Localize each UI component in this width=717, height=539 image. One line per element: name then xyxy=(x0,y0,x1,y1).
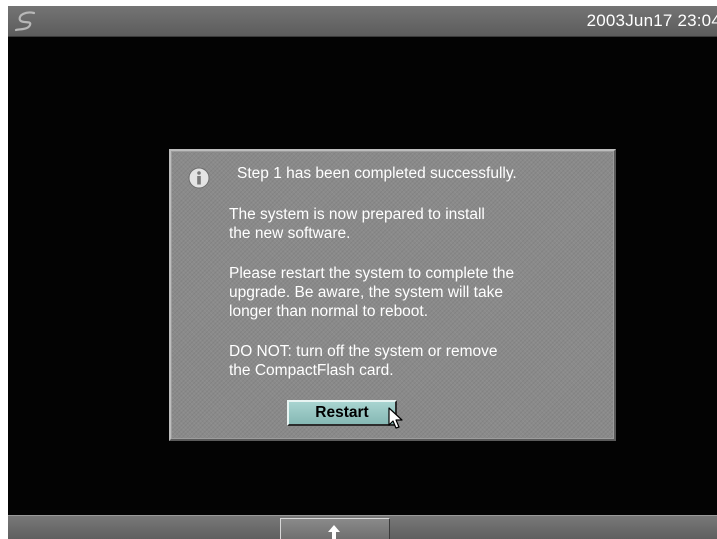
dialog-title: Step 1 has been completed successfully. xyxy=(237,165,517,182)
message-line: the new software. xyxy=(229,225,351,242)
dialog-message-prepared: The system is now prepared to install th… xyxy=(229,205,485,243)
dialog-message-restart: Please restart the system to complete th… xyxy=(229,264,514,321)
upgrade-status-dialog: Step 1 has been completed successfully. … xyxy=(169,149,616,441)
up-arrow-icon xyxy=(328,525,340,539)
datetime-display: 2003Jun17 23:04 xyxy=(586,11,717,30)
mouse-pointer-icon xyxy=(388,407,403,429)
message-line: the CompactFlash card. xyxy=(229,362,394,379)
message-line: Please restart the system to complete th… xyxy=(229,265,515,282)
info-icon xyxy=(188,167,210,189)
message-line: upgrade. Be aware, the system will take xyxy=(229,284,503,301)
dialog-message-warning: DO NOT: turn off the system or remove th… xyxy=(229,342,497,380)
bottom-bar xyxy=(8,515,717,539)
swirl-logo-icon xyxy=(14,11,36,32)
message-line: longer than normal to reboot. xyxy=(229,303,429,320)
top-status-bar: 2003Jun17 23:04 xyxy=(8,6,717,37)
device-screen: 2003Jun17 23:04 Step 1 has been complete… xyxy=(8,6,717,539)
restart-button[interactable]: Restart xyxy=(287,400,397,426)
message-line: DO NOT: turn off the system or remove xyxy=(229,343,498,360)
message-line: The system is now prepared to install xyxy=(229,206,485,223)
up-button[interactable] xyxy=(280,518,390,539)
